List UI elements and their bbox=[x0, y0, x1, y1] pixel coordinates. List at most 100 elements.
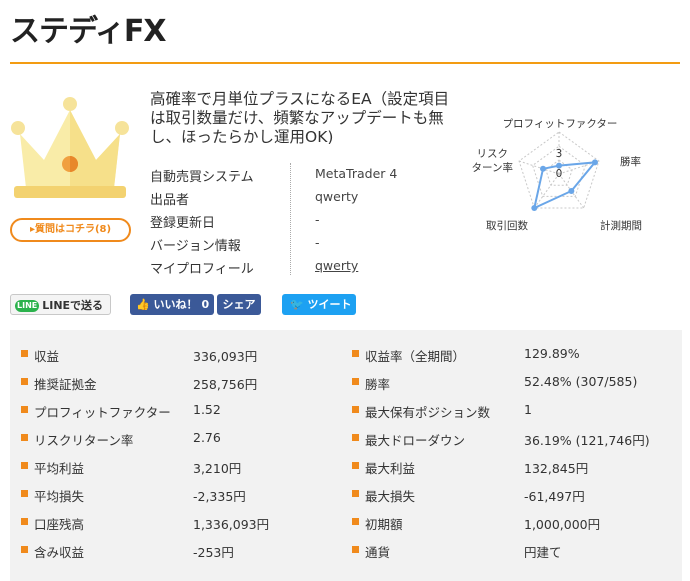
stat-value: -2,335円 bbox=[193, 489, 246, 504]
ea-description: 高確率で月単位プラスになるEA（設定項目は取引数量だけ、頻繁なアップデートも無し… bbox=[150, 90, 450, 146]
radar-label-risk-2: ターン率 bbox=[472, 161, 513, 174]
info-row-version: バージョン情報 - bbox=[150, 232, 410, 255]
stat-value: 36.19% (121,746円) bbox=[524, 433, 650, 448]
radar-points bbox=[531, 159, 598, 211]
stat-row: 推奨証拠金 258,756円 bbox=[21, 373, 341, 392]
stat-row: 最大ドローダウン 36.19% (121,746円) bbox=[352, 429, 672, 448]
radar-label-pf: プロフィットファクター bbox=[503, 118, 618, 130]
stat-label: 口座残高 bbox=[34, 517, 85, 532]
radar-point bbox=[540, 165, 547, 172]
bullet-square-icon bbox=[352, 434, 359, 441]
bullet-square-icon bbox=[352, 490, 359, 497]
crown-icon bbox=[11, 97, 129, 198]
stat-value: 2.76 bbox=[193, 430, 221, 445]
info-label: 登録更新日 bbox=[150, 216, 216, 231]
info-label: 自動売買システム bbox=[150, 170, 254, 185]
stat-value: 円建て bbox=[524, 545, 562, 560]
like-label: いいね！ bbox=[153, 298, 198, 311]
page-title: ステディFX bbox=[10, 14, 167, 49]
facebook-like-button[interactable]: 👍 いいね！ 0 bbox=[130, 294, 214, 315]
info-divider bbox=[290, 163, 291, 275]
stat-row: プロフィットファクター 1.52 bbox=[21, 401, 341, 420]
stat-value: 258,756円 bbox=[193, 377, 258, 392]
radar-chart: プロフィットファクター 勝率 計測期間 取引回数 リスク ターン率 3 0 bbox=[472, 118, 642, 232]
radar-label-trades: 取引回数 bbox=[486, 219, 528, 232]
info-table: 自動売買システム MetaTrader 4 出品者 qwerty 登録更新日 -… bbox=[150, 163, 410, 278]
stat-row: 通貨 円建て bbox=[352, 541, 672, 560]
stat-label: 通貨 bbox=[365, 545, 391, 560]
radar-label-risk-1: リスク bbox=[477, 148, 509, 160]
stat-label: 最大保有ポジション数 bbox=[365, 405, 491, 420]
stat-row: 最大損失 -61,497円 bbox=[352, 485, 672, 504]
stat-value: 3,210円 bbox=[193, 461, 242, 476]
info-value: qwerty bbox=[315, 189, 359, 204]
stat-label: 初期額 bbox=[365, 517, 403, 532]
line-share-button[interactable]: LINE LINEで送る bbox=[10, 294, 111, 315]
bullet-square-icon bbox=[352, 406, 359, 413]
stat-value: -253円 bbox=[193, 545, 234, 560]
radar-label-period: 計測期間 bbox=[600, 219, 642, 232]
stats-panel: 収益 336,093円推奨証拠金 258,756円プロフィットファクター 1.52 リス… bbox=[10, 330, 682, 581]
radar-point bbox=[568, 187, 575, 194]
stat-label: 収益率（全期間） bbox=[365, 349, 466, 364]
info-label: 出品者 bbox=[150, 193, 190, 208]
question-button[interactable]: ▸質問はコチラ(8) bbox=[10, 218, 131, 242]
stat-row: 平均損失 -2,335円 bbox=[21, 485, 341, 504]
stat-row: 口座残高 1,336,093円 bbox=[21, 513, 341, 532]
stat-row: 最大利益 132,845円 bbox=[352, 457, 672, 476]
bullet-square-icon bbox=[21, 378, 28, 385]
bullet-square-icon bbox=[352, 350, 359, 357]
tweet-button[interactable]: 🐦 ツイート bbox=[282, 294, 356, 315]
stat-label: 推奨証拠金 bbox=[34, 377, 97, 392]
title-divider bbox=[10, 62, 680, 64]
radar-scale-max: 3 bbox=[556, 148, 563, 160]
info-row-profile: マイプロフィール qwerty bbox=[150, 255, 410, 278]
stat-label: 平均損失 bbox=[34, 489, 85, 504]
stat-value: 132,845円 bbox=[524, 461, 589, 476]
info-label: バージョン情報 bbox=[150, 239, 241, 254]
stat-row: 初期額 1,000,000円 bbox=[352, 513, 672, 532]
bullet-square-icon bbox=[21, 462, 28, 469]
stat-label: 勝率 bbox=[365, 377, 391, 392]
facebook-share-button[interactable]: シェア bbox=[217, 294, 261, 315]
bullet-square-icon bbox=[21, 434, 28, 441]
stat-label: プロフィットファクター bbox=[34, 405, 171, 420]
stat-row: リスクリターン率 2.76 bbox=[21, 429, 341, 448]
stat-label: 最大利益 bbox=[365, 461, 416, 476]
info-value: MetaTrader 4 bbox=[315, 166, 398, 181]
profile-link[interactable]: qwerty bbox=[315, 258, 358, 273]
bullet-square-icon bbox=[21, 350, 28, 357]
info-row-seller: 出品者 qwerty bbox=[150, 186, 410, 209]
tweet-label: ツイート bbox=[307, 298, 352, 311]
bullet-square-icon bbox=[21, 490, 28, 497]
stat-label: 収益 bbox=[34, 349, 60, 364]
stat-row: 平均利益 3,210円 bbox=[21, 457, 341, 476]
stat-value: 52.48% (307/585) bbox=[524, 374, 638, 389]
bullet-square-icon bbox=[352, 378, 359, 385]
line-share-label: LINEで送る bbox=[42, 299, 104, 312]
stat-label: 含み収益 bbox=[34, 545, 85, 560]
stat-label: 最大ドローダウン bbox=[365, 433, 466, 448]
bullet-square-icon bbox=[352, 546, 359, 553]
stat-row: 勝率 52.48% (307/585) bbox=[352, 373, 672, 392]
radar-label-winrate: 勝率 bbox=[620, 155, 641, 168]
stat-value: -61,497円 bbox=[524, 489, 585, 504]
stat-value: 1,336,093円 bbox=[193, 517, 270, 532]
info-row-system: 自動売買システム MetaTrader 4 bbox=[150, 163, 410, 186]
stat-row: 含み収益 -253円 bbox=[21, 541, 341, 560]
stat-value: 1,000,000円 bbox=[524, 517, 601, 532]
bullet-square-icon bbox=[21, 406, 28, 413]
thumbs-up-icon: 👍 bbox=[136, 298, 150, 311]
bullet-square-icon bbox=[21, 546, 28, 553]
bullet-square-icon bbox=[352, 462, 359, 469]
twitter-bird-icon: 🐦 bbox=[290, 298, 304, 311]
stat-value: 336,093円 bbox=[193, 349, 258, 364]
stat-label: 平均利益 bbox=[34, 461, 85, 476]
stat-value: 1 bbox=[524, 402, 532, 417]
info-label: マイプロフィール bbox=[150, 262, 254, 277]
info-value: - bbox=[315, 235, 320, 250]
stat-value: 1.52 bbox=[193, 402, 221, 417]
stat-row: 収益率（全期間） 129.89% bbox=[352, 345, 672, 364]
stat-label: 最大損失 bbox=[365, 489, 416, 504]
stat-label: リスクリターン率 bbox=[34, 433, 134, 448]
